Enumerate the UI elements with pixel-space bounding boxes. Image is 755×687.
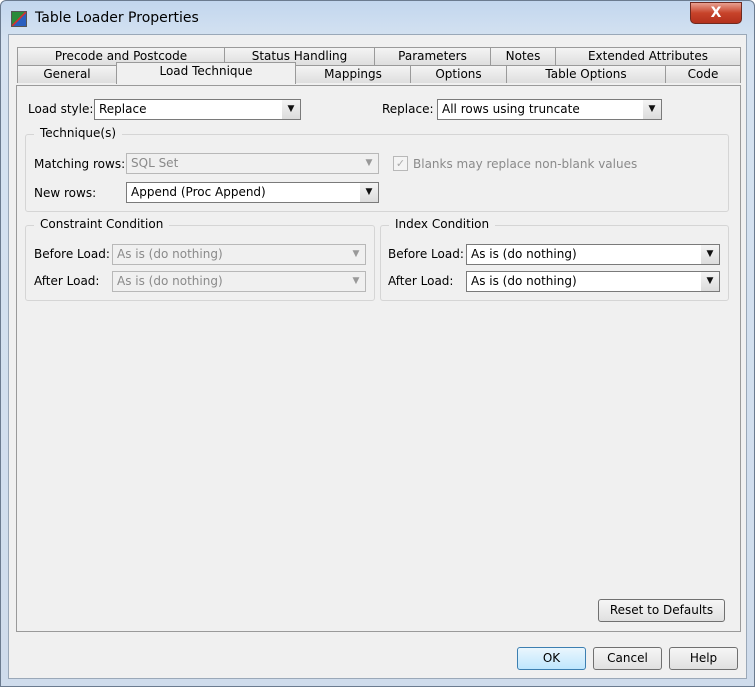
new-rows-value: Append (Proc Append) xyxy=(131,185,266,199)
chevron-down-icon: ▼ xyxy=(701,272,719,291)
new-rows-select[interactable]: Append (Proc Append) ▼ xyxy=(126,182,379,203)
load-style-select[interactable]: Replace ▼ xyxy=(94,99,301,120)
load-style-label: Load style: xyxy=(28,102,94,116)
chevron-down-icon: ▼ xyxy=(347,245,365,264)
chevron-down-icon: ▼ xyxy=(347,272,365,291)
window-title: Table Loader Properties xyxy=(35,10,199,26)
tab-options[interactable]: Options xyxy=(410,65,507,83)
constraint-after-value: As is (do nothing) xyxy=(117,274,223,288)
chevron-down-icon: ▼ xyxy=(282,100,300,119)
index-before-select[interactable]: As is (do nothing) ▼ xyxy=(466,244,720,265)
tab-mappings[interactable]: Mappings xyxy=(295,65,411,83)
matching-rows-label: Matching rows: xyxy=(34,157,126,171)
index-after-value: As is (do nothing) xyxy=(471,274,577,288)
tab-table-options[interactable]: Table Options xyxy=(506,65,666,83)
help-button[interactable]: Help xyxy=(669,647,738,670)
app-icon xyxy=(11,11,27,27)
tab-notes[interactable]: Notes xyxy=(490,47,556,65)
replace-label: Replace: xyxy=(382,102,434,116)
chevron-down-icon: ▼ xyxy=(360,183,378,202)
tab-code[interactable]: Code xyxy=(665,65,741,83)
matching-rows-select: SQL Set ▼ xyxy=(126,153,379,174)
index-after-label: After Load: xyxy=(388,274,454,288)
techniques-title: Technique(s) xyxy=(34,126,123,140)
close-button[interactable]: X xyxy=(690,2,742,24)
constraint-title: Constraint Condition xyxy=(34,217,170,231)
cancel-button[interactable]: Cancel xyxy=(593,647,662,670)
tab-general[interactable]: General xyxy=(17,65,117,83)
constraint-before-label: Before Load: xyxy=(34,247,110,261)
reset-defaults-button[interactable]: Reset to Defaults xyxy=(598,599,725,622)
blanks-label: Blanks may replace non-blank values xyxy=(413,157,638,171)
tab-extended-attributes[interactable]: Extended Attributes xyxy=(555,47,741,65)
chevron-down-icon: ▼ xyxy=(701,245,719,264)
constraint-before-select: As is (do nothing) ▼ xyxy=(112,244,366,265)
index-before-value: As is (do nothing) xyxy=(471,247,577,261)
matching-rows-value: SQL Set xyxy=(131,156,179,170)
blanks-checkbox: ✓ xyxy=(393,156,408,171)
chevron-down-icon: ▼ xyxy=(360,154,378,173)
tab-load-technique[interactable]: Load Technique xyxy=(116,62,296,84)
constraint-before-value: As is (do nothing) xyxy=(117,247,223,261)
tab-parameters[interactable]: Parameters xyxy=(374,47,491,65)
replace-value: All rows using truncate xyxy=(442,102,580,116)
chevron-down-icon: ▼ xyxy=(643,100,661,119)
new-rows-label: New rows: xyxy=(34,186,97,200)
constraint-after-select: As is (do nothing) ▼ xyxy=(112,271,366,292)
load-style-value: Replace xyxy=(99,102,147,116)
constraint-after-label: After Load: xyxy=(34,274,100,288)
ok-button[interactable]: OK xyxy=(517,647,586,670)
index-before-label: Before Load: xyxy=(388,247,464,261)
replace-select[interactable]: All rows using truncate ▼ xyxy=(437,99,662,120)
index-after-select[interactable]: As is (do nothing) ▼ xyxy=(466,271,720,292)
index-title: Index Condition xyxy=(389,217,496,231)
